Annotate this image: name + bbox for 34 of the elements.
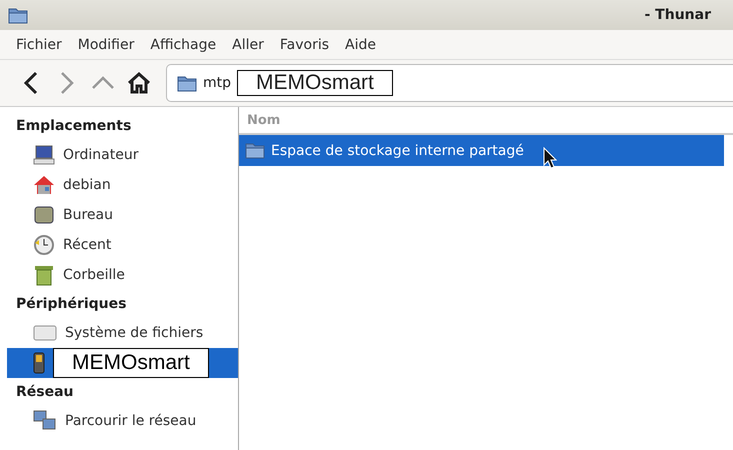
menu-item[interactable]: Affichage bbox=[142, 36, 224, 52]
sidebar-item[interactable]: debian bbox=[7, 170, 238, 200]
sidebar-item[interactable]: Ordinateur bbox=[7, 140, 238, 170]
sidebar-item[interactable]: Bureau bbox=[7, 200, 238, 230]
folder-icon bbox=[8, 6, 28, 24]
window-title: - Thunar bbox=[644, 7, 711, 23]
menu-item[interactable]: Aide bbox=[337, 36, 384, 52]
cursor-icon bbox=[543, 147, 557, 169]
menu-item[interactable]: Modifier bbox=[70, 36, 142, 52]
section-heading: Réseau bbox=[15, 383, 75, 402]
sidebar-item[interactable]: Système de fichiers bbox=[7, 318, 238, 348]
location-bar[interactable]: mtp MEMOsmart bbox=[166, 64, 733, 102]
drive-icon bbox=[33, 324, 57, 342]
folder-icon bbox=[245, 142, 265, 159]
computer-icon bbox=[33, 145, 55, 165]
path-segment[interactable]: mtp bbox=[203, 75, 232, 91]
menu-item[interactable]: Favoris bbox=[272, 36, 338, 52]
home-icon bbox=[33, 175, 55, 195]
folder-icon bbox=[177, 74, 197, 92]
clock-icon bbox=[33, 234, 55, 256]
phone-icon bbox=[33, 352, 45, 374]
sidebar-item[interactable]: Récent bbox=[7, 230, 238, 260]
menu-item[interactable]: Aller bbox=[224, 36, 272, 52]
menu-item[interactable]: Fichier bbox=[8, 36, 70, 52]
network-icon bbox=[33, 410, 57, 432]
sidebar-item[interactable]: Corbeille bbox=[7, 260, 238, 290]
section-heading: Périphériques bbox=[15, 295, 128, 314]
sidebar-item[interactable]: MEMOsmart bbox=[7, 348, 238, 378]
section-heading: Emplacements bbox=[15, 117, 132, 136]
desktop-icon bbox=[33, 205, 55, 225]
path-segment[interactable]: MEMOsmart bbox=[237, 70, 393, 96]
file-row[interactable]: Espace de stockage interne partagé bbox=[239, 135, 724, 166]
trash-icon bbox=[33, 264, 55, 286]
sidebar-item[interactable]: Parcourir le réseau bbox=[7, 406, 238, 436]
